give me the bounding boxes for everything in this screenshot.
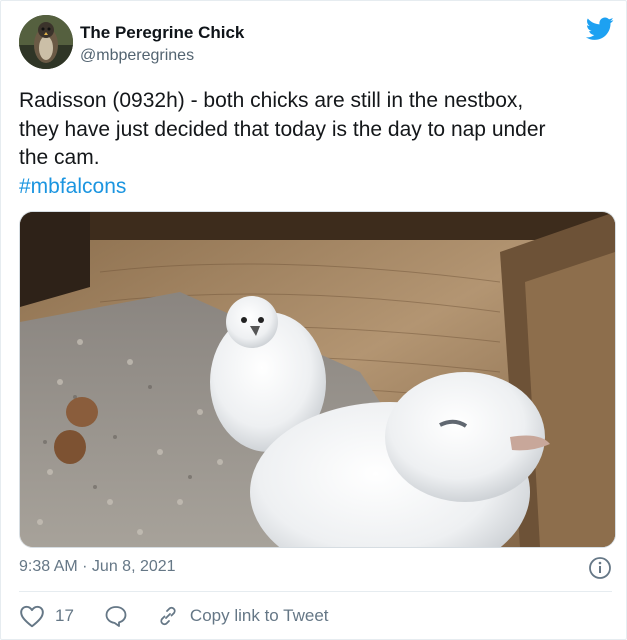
copy-link-button[interactable]: Copy link to Tweet [156,604,329,628]
hashtag-link[interactable]: #mbfalcons [19,173,619,202]
author-avatar[interactable] [19,15,73,69]
tweet-actions: 17 Copy link to Tweet [19,601,329,631]
author-handle[interactable]: @mbperegrines [80,47,194,65]
divider [19,591,612,592]
tweet-text-line: Radisson (0932h) - both chicks are still… [19,89,524,112]
speech-bubble-icon [104,604,128,628]
tweet-timestamp[interactable]: 9:38 AM · Jun 8, 2021 [19,558,176,576]
falcon-avatar-image [19,15,73,69]
tweet-text-line: the cam. [19,146,100,169]
tweet-photo[interactable] [19,211,616,548]
tweet-text-line: they have just decided that today is the… [19,117,546,141]
tweet-card: The Peregrine Chick @mbperegrines Radiss… [0,0,627,640]
heart-icon [19,604,45,628]
tweet-text: Radisson (0932h) - both chicks are still… [19,87,619,201]
reply-button[interactable] [104,604,128,628]
like-count: 17 [55,606,74,625]
like-button[interactable]: 17 [19,604,74,628]
copy-link-label: Copy link to Tweet [189,606,329,625]
info-icon[interactable] [588,556,612,580]
nestbox-photo-image [20,212,615,547]
link-icon [156,604,180,628]
author-name[interactable]: The Peregrine Chick [80,23,244,43]
twitter-bird-icon[interactable] [585,17,614,41]
